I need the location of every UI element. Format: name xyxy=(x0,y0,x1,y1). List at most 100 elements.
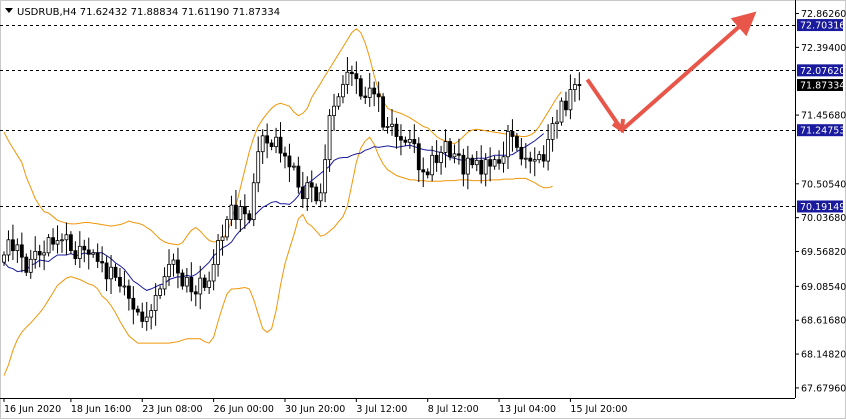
bull-candle-body xyxy=(162,276,167,290)
bull-candle-body xyxy=(207,280,212,288)
bear-candle-body xyxy=(479,159,484,175)
time-tick-label: 23 Jun 08:00 xyxy=(142,404,202,415)
bear-candle-body xyxy=(394,123,399,137)
bear-candle-body xyxy=(376,93,381,98)
bear-candle-body xyxy=(265,135,270,144)
bull-candle-body xyxy=(260,135,265,153)
candle xyxy=(448,137,452,161)
price-tick-label: 71.45680 xyxy=(801,111,846,122)
bull-candle-body xyxy=(501,156,506,164)
bull-candle-body xyxy=(291,165,296,168)
bull-candle-body xyxy=(345,71,350,85)
bull-candle-body xyxy=(15,244,20,252)
chart-frame xyxy=(0,0,846,419)
bear-candle-body xyxy=(363,95,368,98)
bear-candle-body xyxy=(354,73,359,80)
time-tick-label: 8 Jul 12:00 xyxy=(428,404,479,415)
bull-candle-body xyxy=(2,254,6,263)
time-tick-label: 3 Jul 12:00 xyxy=(356,404,407,415)
bear-candle-body xyxy=(180,272,185,287)
price-tick-label: 70.03680 xyxy=(801,213,846,224)
bull-candle-body xyxy=(367,87,372,98)
bull-candle-body xyxy=(55,240,60,245)
bear-candle-body xyxy=(461,154,466,175)
symbol-title: USDRUB,H4 71.62432 71.88834 71.61190 71.… xyxy=(17,7,280,18)
bear-candle-body xyxy=(577,84,582,86)
bear-candle-body xyxy=(510,131,515,137)
level-price-label: 70.19149 xyxy=(800,202,845,213)
bear-candle-body xyxy=(416,143,421,171)
bull-candle-body xyxy=(274,136,278,148)
bear-candle-body xyxy=(86,249,91,255)
bull-candle-body xyxy=(407,139,412,143)
bull-candle-body xyxy=(452,153,457,158)
bear-candle-body xyxy=(300,186,305,200)
bull-candle-body xyxy=(430,154,435,176)
time-tick-label: 18 Jun 16:00 xyxy=(71,404,131,415)
time-tick-label: 15 Jul 20:00 xyxy=(570,404,627,415)
bull-candle-body xyxy=(523,157,528,160)
candle xyxy=(358,75,363,100)
bear-candle-body xyxy=(412,139,417,145)
bull-candle-body xyxy=(256,151,261,184)
bull-candle-body xyxy=(474,159,479,166)
bull-candle-body xyxy=(336,96,341,107)
bear-candle-body xyxy=(202,277,207,288)
bull-candle-body xyxy=(198,277,203,295)
bear-candle-body xyxy=(24,256,29,273)
current-price-label: 71.87334 xyxy=(800,80,845,91)
bear-candle-body xyxy=(51,237,55,245)
bear-candle-body xyxy=(11,239,15,252)
level-price-label: 72.70316 xyxy=(800,21,845,32)
bull-candle-body xyxy=(546,139,551,162)
bear-candle-body xyxy=(242,206,247,215)
bull-candle-body xyxy=(506,131,510,158)
bull-candle-body xyxy=(28,258,33,273)
bear-candle-body xyxy=(140,311,145,322)
bull-candle-body xyxy=(64,234,69,241)
candle xyxy=(381,93,386,131)
bear-candle-body xyxy=(247,213,252,220)
bull-candle-body xyxy=(327,115,332,161)
bear-candle-body xyxy=(113,266,118,278)
time-tick-label: 26 Jun 00:00 xyxy=(214,404,274,415)
bull-candle-body xyxy=(225,219,229,238)
time-tick-label: 13 Jul 04:00 xyxy=(499,404,556,415)
bull-candle-body xyxy=(323,159,328,194)
bear-candle-body xyxy=(515,136,519,148)
bull-candle-body xyxy=(550,123,555,140)
bull-candle-body xyxy=(555,121,559,124)
bear-candle-body xyxy=(100,261,105,264)
bear-candle-body xyxy=(287,155,292,168)
time-tick-label: 30 Jun 20:00 xyxy=(285,404,345,415)
bull-candle-body xyxy=(229,204,234,220)
bull-candle-body xyxy=(251,182,256,220)
bull-candle-body xyxy=(492,159,497,167)
bear-candle-body xyxy=(82,245,87,251)
price-tick-label: 69.08540 xyxy=(801,282,846,293)
price-tick-label: 68.14820 xyxy=(801,350,846,361)
bear-candle-body xyxy=(131,297,136,310)
bear-candle-body xyxy=(470,157,475,166)
bear-candle-body xyxy=(69,234,73,252)
bull-candle-body xyxy=(60,239,64,242)
bull-candle-body xyxy=(443,141,448,153)
bull-candle-body xyxy=(532,159,537,162)
usdrub-h4-chart: 72.86260 72.39400 71.45680 70.50540 70.03680… xyxy=(0,0,846,419)
bear-candle-body xyxy=(104,262,109,280)
bull-candle-body xyxy=(77,245,82,259)
price-tick-label: 68.61680 xyxy=(801,316,846,327)
bull-candle-body xyxy=(220,236,225,241)
bear-candle-body xyxy=(126,285,131,299)
bear-candle-body xyxy=(434,154,439,163)
bull-candle-body xyxy=(439,152,443,163)
bear-candle-body xyxy=(528,157,533,162)
bear-candle-body xyxy=(403,139,408,143)
candle xyxy=(24,253,29,276)
bull-candle-body xyxy=(6,239,11,256)
candle xyxy=(46,234,51,257)
bull-candle-body xyxy=(171,259,176,265)
bull-candle-body xyxy=(33,250,38,260)
bull-candle-body xyxy=(559,100,564,123)
bear-candle-body xyxy=(519,146,524,160)
